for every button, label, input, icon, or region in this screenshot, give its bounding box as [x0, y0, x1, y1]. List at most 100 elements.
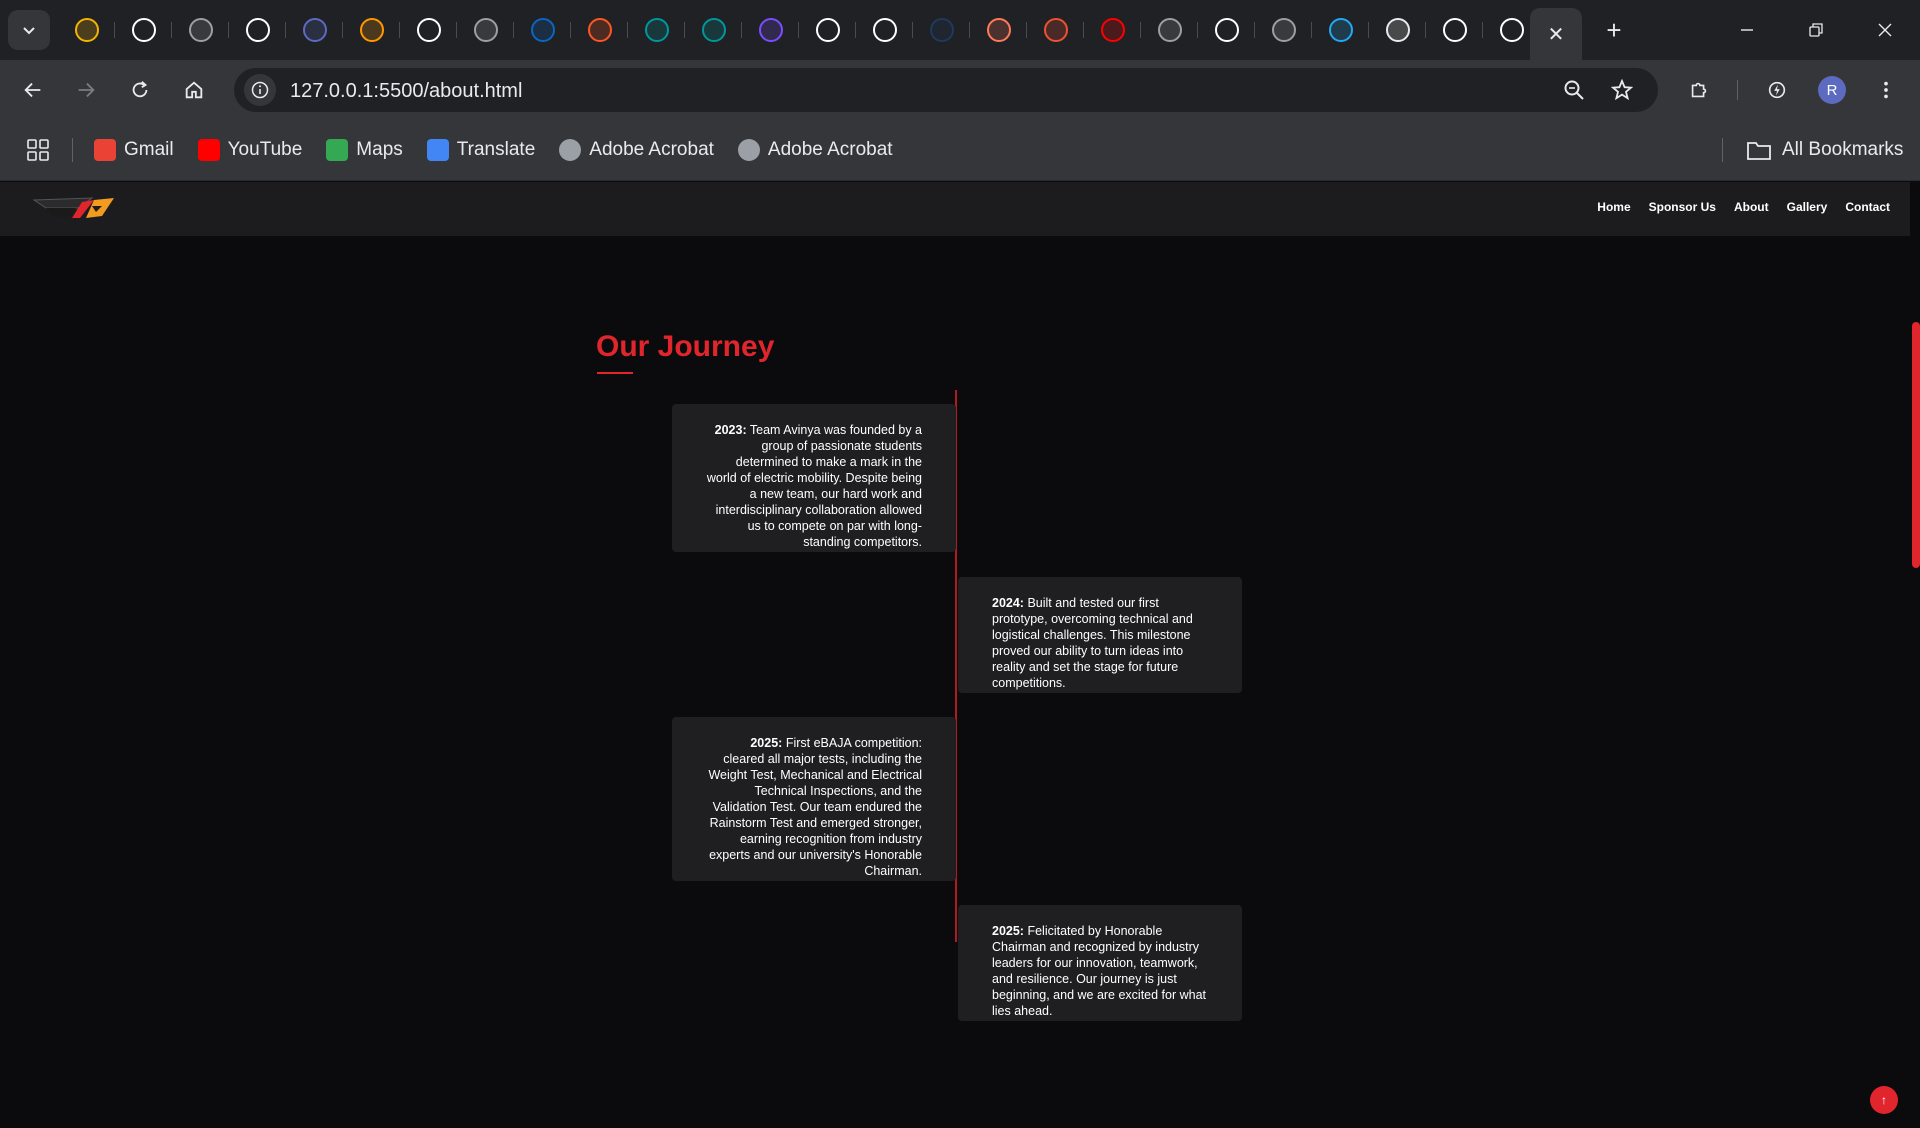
- close-window-button[interactable]: [1862, 10, 1908, 50]
- bookmark-label: Translate: [456, 139, 536, 160]
- pinned-tab[interactable]: [628, 8, 685, 52]
- site-nav-links: Home Sponsor Us About Gallery Contact: [1579, 200, 1890, 214]
- ai-icon: [1385, 18, 1410, 42]
- pinned-tab[interactable]: [1084, 8, 1141, 52]
- game-icon: [359, 18, 384, 42]
- chrome-icon: [1271, 18, 1296, 42]
- bookmark-item[interactable]: Adobe Acrobat: [559, 139, 714, 161]
- apps-grid-icon[interactable]: [26, 138, 50, 162]
- timeline-text: First eBAJA competition: cleared all maj…: [708, 736, 922, 878]
- all-bookmarks-button[interactable]: All Bookmarks: [1746, 134, 1903, 166]
- back-to-top-button[interactable]: ↑: [1870, 1086, 1898, 1114]
- menu-button[interactable]: [1868, 72, 1904, 108]
- google-icon: [131, 18, 156, 42]
- timeline-year: 2024:: [992, 596, 1024, 610]
- pinned-tab[interactable]: [742, 8, 799, 52]
- nav-link-gallery[interactable]: Gallery: [1787, 200, 1828, 214]
- arduino-icon: [701, 18, 726, 42]
- nav-link-about[interactable]: About: [1734, 200, 1769, 214]
- more-vert-icon: [1884, 81, 1888, 99]
- timeline-card: 2023: Team Avinya was founded by a group…: [672, 404, 956, 552]
- timeline-year: 2025:: [750, 736, 783, 750]
- performance-button[interactable]: [1759, 72, 1795, 108]
- page-scrollbar[interactable]: [1910, 182, 1920, 1128]
- nav-link-home[interactable]: Home: [1597, 200, 1630, 214]
- minimize-icon: [1741, 29, 1753, 31]
- tab-search-button[interactable]: [8, 10, 50, 50]
- pinned-tab[interactable]: [1369, 8, 1426, 52]
- timeline-card: 2025: Felicitated by Honorable Chairman …: [958, 905, 1242, 1021]
- globe-icon: [473, 18, 498, 42]
- pinned-tab[interactable]: [1027, 8, 1084, 52]
- pinned-tab[interactable]: [799, 8, 856, 52]
- pinned-tab[interactable]: [1312, 8, 1369, 52]
- pinned-tab[interactable]: [1141, 8, 1198, 52]
- home-button[interactable]: [176, 72, 212, 108]
- energy-saver-icon: [1768, 81, 1786, 99]
- bookmarks-separator: [72, 138, 73, 162]
- pinned-tab[interactable]: [286, 8, 343, 52]
- pinned-tab[interactable]: [1426, 8, 1483, 52]
- browser-toolbar: 127.0.0.1:5500/about.html R: [0, 60, 1920, 120]
- bookmark-item[interactable]: Adobe Acrobat: [737, 139, 893, 161]
- pinned-tab[interactable]: [856, 8, 913, 52]
- extensions-button[interactable]: [1681, 72, 1717, 108]
- bookmark-item[interactable]: Gmail: [94, 139, 174, 161]
- all-bookmarks-label: All Bookmarks: [1782, 139, 1904, 160]
- pinned-tab[interactable]: [115, 8, 172, 52]
- back-button[interactable]: [15, 72, 51, 108]
- pinned-tab[interactable]: [343, 8, 400, 52]
- close-tab-icon[interactable]: ✕: [1548, 22, 1565, 47]
- team-logo[interactable]: [32, 194, 116, 224]
- pinned-tab[interactable]: [58, 8, 115, 52]
- bookmark-star-button[interactable]: [1608, 76, 1636, 104]
- github-icon: [1442, 18, 1467, 42]
- gmail-icon: [94, 139, 116, 161]
- forward-button[interactable]: [68, 72, 104, 108]
- pinned-tab[interactable]: [571, 8, 628, 52]
- nav-link-contact[interactable]: Contact: [1845, 200, 1890, 214]
- cisco-icon: [188, 18, 213, 42]
- vscode-icon: [1328, 18, 1353, 42]
- heading-underline: [597, 372, 633, 374]
- pinned-tab[interactable]: [229, 8, 286, 52]
- bookmark-label: Maps: [356, 139, 403, 160]
- code-editor-icon: [302, 18, 327, 42]
- page-viewport: Home Sponsor Us About Gallery Contact Our Jo…: [0, 182, 1920, 1128]
- bookmark-item[interactable]: Maps: [326, 139, 403, 161]
- nav-link-sponsor-us[interactable]: Sponsor Us: [1649, 200, 1716, 214]
- star-icon: [1611, 79, 1633, 101]
- minimize-button[interactable]: [1724, 10, 1770, 50]
- pinned-tab[interactable]: [457, 8, 514, 52]
- scroll-thumb[interactable]: [1912, 322, 1920, 568]
- bookmark-item[interactable]: Translate: [426, 139, 536, 161]
- address-bar[interactable]: 127.0.0.1:5500/about.html: [234, 68, 1658, 112]
- timeline-card: 2025: First eBAJA competition: cleared a…: [672, 717, 956, 881]
- pinned-tab[interactable]: [913, 8, 970, 52]
- tab-strip: ✕ +: [0, 0, 1920, 60]
- site-info-button[interactable]: [244, 74, 276, 106]
- google-icon: [245, 18, 270, 42]
- close-icon: [1878, 23, 1892, 37]
- hubspot-icon: [986, 18, 1011, 42]
- chevron-down-icon: [23, 27, 35, 35]
- git-icon: [1043, 18, 1068, 42]
- pinned-tab[interactable]: [1255, 8, 1312, 52]
- reload-button[interactable]: [122, 72, 158, 108]
- url-text[interactable]: 127.0.0.1:5500/about.html: [290, 80, 522, 103]
- home-icon: [185, 81, 203, 99]
- bookmark-item[interactable]: YouTube: [197, 139, 302, 161]
- new-tab-button[interactable]: +: [1598, 14, 1630, 46]
- pinned-tab[interactable]: [400, 8, 457, 52]
- pinned-tab[interactable]: [685, 8, 742, 52]
- toolbar-separator: [1737, 80, 1738, 100]
- pinned-tab[interactable]: [172, 8, 229, 52]
- restore-button[interactable]: [1793, 10, 1839, 50]
- pinned-tab[interactable]: [514, 8, 571, 52]
- profile-avatar[interactable]: R: [1818, 76, 1846, 104]
- pinned-tab[interactable]: [970, 8, 1027, 52]
- zoom-button[interactable]: [1560, 76, 1588, 104]
- linkedin-icon: [530, 18, 555, 42]
- pinned-tab[interactable]: [1198, 8, 1255, 52]
- active-tab[interactable]: ✕: [1530, 8, 1582, 60]
